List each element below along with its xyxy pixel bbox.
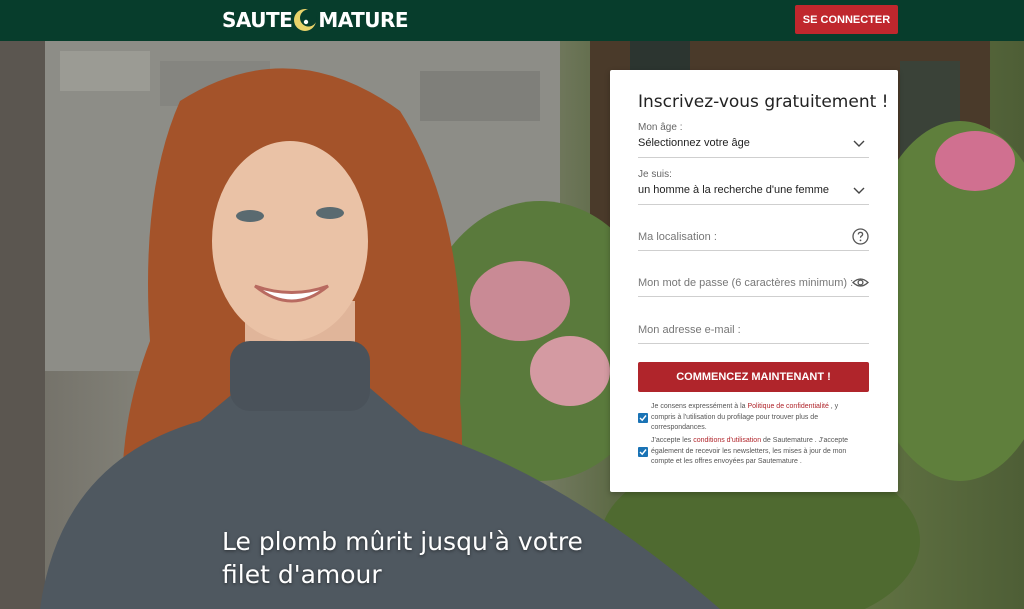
privacy-consent: Je consens expressément à la Politique d… — [638, 402, 869, 434]
privacy-checkbox[interactable] — [638, 413, 648, 423]
hero-tagline-line1: Le plomb mûrit jusqu'à votre — [222, 527, 583, 556]
age-value: Sélectionnez votre âge — [638, 137, 750, 149]
email-input[interactable]: Mon adresse e-mail : — [638, 313, 869, 344]
gender-select[interactable]: Je suis: un homme à la recherche d'une f… — [638, 167, 869, 205]
chevron-down-icon — [853, 187, 865, 194]
privacy-text-before: Je consens expressément à la — [651, 403, 748, 410]
gender-value: un homme à la recherche d'une femme — [638, 184, 830, 196]
start-now-button[interactable]: COMMENCEZ MAINTENANT ! — [638, 362, 869, 392]
password-input[interactable]: Mon mot de passe (6 caractères minimum) … — [638, 266, 869, 297]
logo-text-right: MATURE — [318, 8, 409, 32]
terms-consent: J'accepte les conditions d'utilisation d… — [638, 436, 869, 470]
moon-logo-icon — [294, 9, 318, 31]
help-icon[interactable] — [852, 228, 869, 245]
checkmark-icon — [639, 415, 647, 422]
terms-consent-text: J'accepte les conditions d'utilisation d… — [651, 436, 861, 468]
age-select[interactable]: Mon âge : Sélectionnez votre âge — [638, 120, 869, 158]
login-button[interactable]: SE CONNECTER — [795, 5, 898, 34]
privacy-policy-link[interactable]: Politique de confidentialité — [748, 403, 829, 410]
hero-tagline-line2: filet d'amour — [222, 560, 382, 589]
form-title: Inscrivez-vous gratuitement ! — [638, 92, 889, 112]
eye-icon[interactable] — [852, 274, 869, 291]
checkmark-icon — [639, 449, 647, 456]
site-logo[interactable]: SAUTE MATURE — [222, 6, 409, 34]
email-placeholder: Mon adresse e-mail : — [638, 324, 741, 336]
hero-tagline: Le plomb mûrit jusqu'à votre filet d'amo… — [222, 525, 602, 591]
terms-text-before: J'accepte les — [651, 437, 694, 444]
terms-checkbox[interactable] — [638, 447, 648, 457]
signup-form-card: Inscrivez-vous gratuitement ! Mon âge : … — [610, 70, 898, 492]
chevron-down-icon — [853, 140, 865, 147]
age-label: Mon âge : — [638, 122, 683, 133]
logo-text-left: SAUTE — [222, 8, 293, 32]
password-placeholder: Mon mot de passe (6 caractères minimum) … — [638, 277, 854, 289]
terms-of-use-link[interactable]: conditions d'utilisation — [693, 437, 761, 444]
top-navigation-bar: SAUTE MATURE SE CONNECTER — [0, 0, 1024, 41]
privacy-consent-text: Je consens expressément à la Politique d… — [651, 402, 861, 434]
location-input[interactable]: Ma localisation : — [638, 220, 869, 251]
gender-label: Je suis: — [638, 169, 672, 180]
location-placeholder: Ma localisation : — [638, 231, 717, 243]
